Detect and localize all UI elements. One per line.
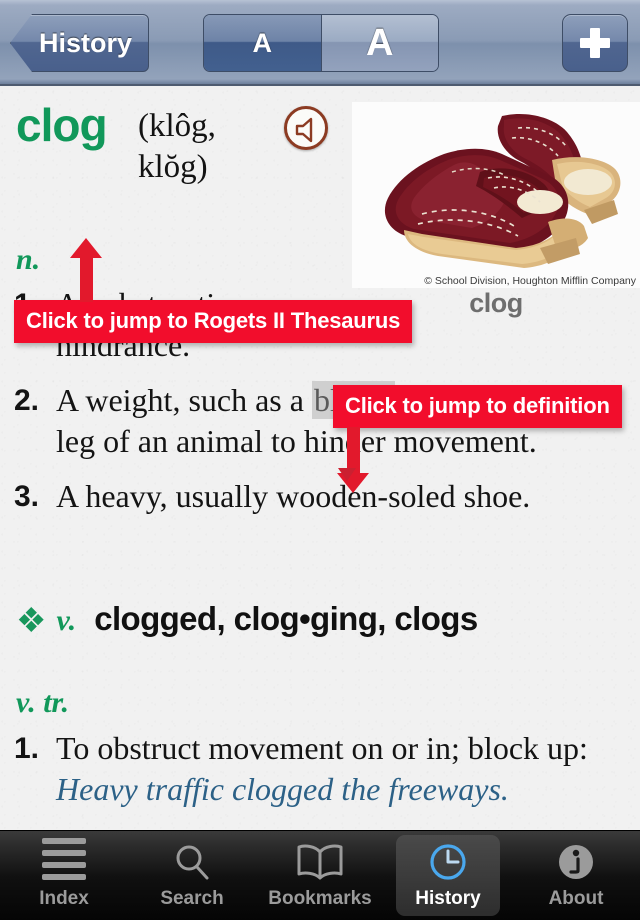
part-of-speech-verb: v. <box>56 604 77 637</box>
tab-about[interactable]: About <box>512 831 640 920</box>
usage-example: Heavy traffic clogged the freeways. <box>56 770 509 807</box>
open-book-icon <box>295 841 345 883</box>
back-button-history[interactable]: History <box>10 14 150 72</box>
headword[interactable]: clog <box>16 98 108 152</box>
tab-about-label: About <box>548 888 604 909</box>
add-bookmark-button[interactable] <box>562 14 628 72</box>
top-toolbar: History A A <box>0 0 640 86</box>
tab-search-label: Search <box>160 888 224 909</box>
plus-icon <box>580 28 610 58</box>
diamond-cluster-icon: ❖ <box>16 602 47 640</box>
sense-number: 3. <box>14 479 40 513</box>
verb-inflection-line: ❖ v. clogged, clog•ging, clogs <box>16 600 478 638</box>
pronunciation: (klôg, klŏg) <box>138 108 216 186</box>
annotation-definition-label: Click to jump to definition <box>333 385 622 428</box>
tab-index[interactable]: Index <box>0 831 128 920</box>
annotation-arrowhead-up-icon <box>70 238 102 258</box>
annotation-thesaurus-label: Click to jump to Rogets II Thesaurus <box>14 300 413 343</box>
back-button-label: History <box>39 27 133 58</box>
entry-illustration[interactable]: © School Division, Houghton Mifflin Comp… <box>352 102 640 288</box>
clog-photo <box>352 102 640 288</box>
tab-bookmarks[interactable]: Bookmarks <box>256 831 384 920</box>
magnifier-icon <box>171 841 213 883</box>
part-of-speech-verb-transitive: v. tr. <box>16 686 70 719</box>
annotation-definition: Click to jump to definition <box>333 385 622 493</box>
text-size-small-label: A <box>252 27 273 58</box>
sense-text: A heavy, usually wooden-soled shoe. <box>56 477 531 514</box>
tab-history[interactable]: History <box>384 831 512 920</box>
bottom-tab-bar: Index Search Bookmarks History About <box>0 830 640 920</box>
verb-transitive-sense-list: 1. To obstruct movement on or in; block … <box>14 728 624 824</box>
annotation-arrow-stem <box>80 256 93 302</box>
sense-text-pre: A weight, such as a <box>56 381 312 418</box>
sense-number: 1. <box>14 732 40 765</box>
clock-icon <box>427 841 469 883</box>
sense-item: 1. To obstruct movement on or in; block … <box>14 728 624 810</box>
open-book-icon-svg <box>297 844 343 880</box>
sense-number: 2. <box>14 383 40 417</box>
tab-bookmarks-label: Bookmarks <box>268 888 372 909</box>
tab-search[interactable]: Search <box>128 831 256 920</box>
hamburger-icon <box>42 838 86 883</box>
text-size-segmented-control[interactable]: A A <box>203 14 439 72</box>
speaker-icon-svg <box>295 117 313 143</box>
clog-photo-svg <box>352 102 640 288</box>
tab-index-label: Index <box>39 888 89 909</box>
info-circle-icon <box>556 841 596 883</box>
dictionary-app-screen: History A A © School Division, Houghton … <box>0 0 640 920</box>
text-size-increase-button[interactable]: A <box>321 15 438 71</box>
clock-icon-svg <box>430 844 466 880</box>
info-circle-icon-svg <box>559 845 593 879</box>
speaker-icon[interactable] <box>284 106 328 150</box>
sense-text: To obstruct movement on or in; block up:… <box>56 728 624 810</box>
part-of-speech-noun: n. <box>16 243 41 276</box>
sense-item: 3. A heavy, usually wooden-soled shoe. <box>14 476 614 517</box>
tab-history-label: History <box>415 888 481 909</box>
text-size-decrease-button[interactable]: A <box>204 15 322 71</box>
text-size-large-label: A <box>366 21 394 64</box>
definition-content-area[interactable]: © School Division, Houghton Mifflin Comp… <box>0 88 640 830</box>
annotation-arrow-tip-icon <box>338 468 356 481</box>
annotation-thesaurus: Click to jump to Rogets II Thesaurus <box>14 238 413 343</box>
magnifier-icon-svg <box>176 845 209 880</box>
sense-definition-text: To obstruct movement on or in; block up: <box>56 730 588 766</box>
verb-inflections: clogged, clog•ging, clogs <box>94 600 478 637</box>
